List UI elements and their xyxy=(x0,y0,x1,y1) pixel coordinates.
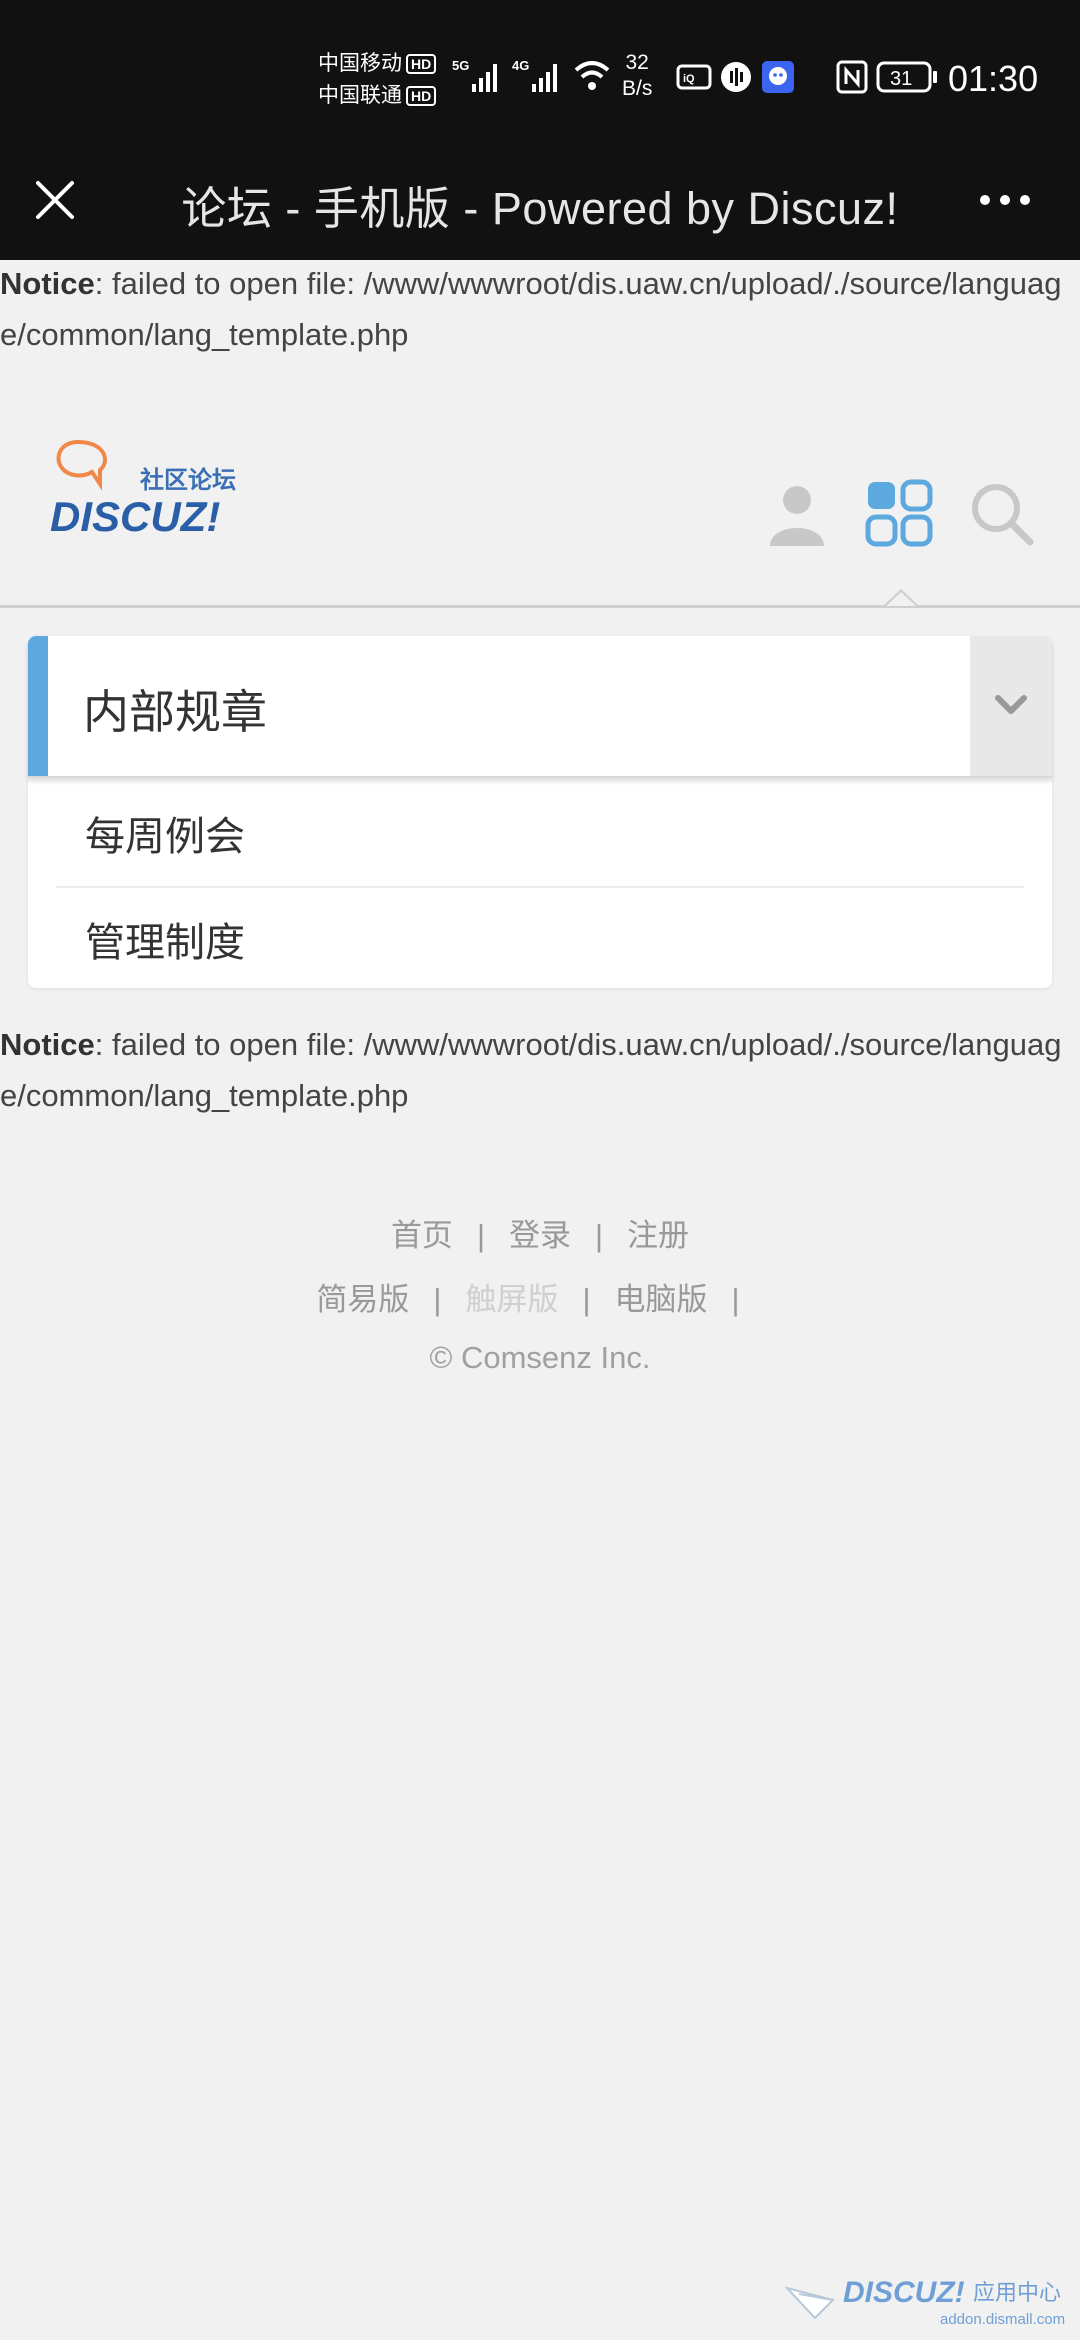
footer-link-home[interactable]: 首页 xyxy=(391,1218,453,1253)
user-icon[interactable] xyxy=(762,478,832,548)
chat-app-icon xyxy=(762,61,794,93)
footer-link-desktop[interactable]: 电脑版 xyxy=(615,1282,708,1317)
forum-category-card: 内部规章 每周例会 管理制度 xyxy=(28,636,1052,988)
logo-brand: DISCUZ! xyxy=(50,493,220,538)
svg-text:iQ: iQ xyxy=(683,73,695,85)
watermark-brand: DISCUZ! xyxy=(843,2276,965,2309)
battery-level: 31 xyxy=(890,68,912,90)
nfc-icon xyxy=(836,60,868,94)
logo-tagline: 社区论坛 xyxy=(140,466,236,494)
signal-5g-icon: 5G xyxy=(452,58,497,92)
notice-label: Notice xyxy=(0,266,95,301)
category-header[interactable]: 内部规章 xyxy=(28,636,1052,778)
category-accent-bar xyxy=(28,636,48,776)
title-bar: 论坛 - 手机版 - Powered by Discuz! xyxy=(0,150,1080,260)
search-icon[interactable] xyxy=(966,478,1036,548)
divider xyxy=(56,886,1024,888)
watermark-title: 应用中心 xyxy=(973,2281,1061,2306)
footer-links-row2: 简易版 | 触屏版 | 电脑版 | xyxy=(316,1282,740,1317)
net-5g-label: 5G xyxy=(452,58,469,73)
notice-text: : failed to open file: /www/wwwroot/dis.… xyxy=(0,266,1062,352)
audio-app-icon xyxy=(721,62,751,92)
footer-link-register[interactable]: 注册 xyxy=(627,1218,689,1253)
forum-item-management-rules[interactable]: 管理制度 xyxy=(85,910,245,968)
chevron-down-icon xyxy=(995,695,1027,714)
signal-4g-icon: 4G xyxy=(512,58,557,92)
notice-text: : failed to open file: /www/wwwroot/dis.… xyxy=(0,1027,1062,1113)
net-4g-label: 4G xyxy=(512,58,529,73)
discuz-logo[interactable]: 社区论坛 DISCUZ! xyxy=(48,428,268,538)
footer-link-simple[interactable]: 简易版 xyxy=(316,1282,409,1317)
category-title: 内部规章 xyxy=(83,686,267,738)
hd-badge: HD xyxy=(406,54,437,75)
site-header: 社区论坛 DISCUZ! xyxy=(0,420,1080,610)
grid-menu-icon[interactable] xyxy=(864,478,934,548)
php-notice: Notice: failed to open file: /www/wwwroo… xyxy=(0,258,1080,360)
footer-links-row1: 首页 | 登录 | 注册 xyxy=(390,1218,690,1253)
collapse-toggle[interactable] xyxy=(970,636,1052,776)
copyright: © Comsenz Inc. xyxy=(429,1340,651,1375)
iqiyi-icon: iQ xyxy=(676,64,712,90)
footer-link-touch: 触屏版 xyxy=(465,1282,559,1317)
watermark-url: addon.dismall.com xyxy=(940,2311,1065,2328)
status-bar: 中国移动 HD 中国联通 HD 5G 4G 32 B/s iQ 31 01:30 xyxy=(0,0,1080,150)
php-notice: Notice: failed to open file: /www/wwwroo… xyxy=(0,1019,1080,1121)
carrier-2: 中国联通 xyxy=(318,84,402,107)
watermark: DISCUZ! 应用中心 addon.dismall.com xyxy=(785,2276,1065,2328)
forum-item-weekly-meeting[interactable]: 每周例会 xyxy=(85,804,245,862)
hd-badge: HD xyxy=(406,86,437,107)
footer-link-login[interactable]: 登录 xyxy=(509,1218,571,1253)
page-title: 论坛 - 手机版 - Powered by Discuz! xyxy=(181,183,899,234)
notice-label: Notice xyxy=(0,1027,95,1062)
battery-icon: 31 xyxy=(876,61,937,93)
wifi-icon xyxy=(574,61,610,90)
carrier-info: 中国移动 HD 中国联通 HD xyxy=(318,48,437,112)
more-options-icon[interactable] xyxy=(975,175,1035,225)
net-speed: 32 B/s xyxy=(622,51,653,100)
clock: 01:30 xyxy=(948,58,1039,99)
carrier-1: 中国移动 xyxy=(318,52,402,75)
